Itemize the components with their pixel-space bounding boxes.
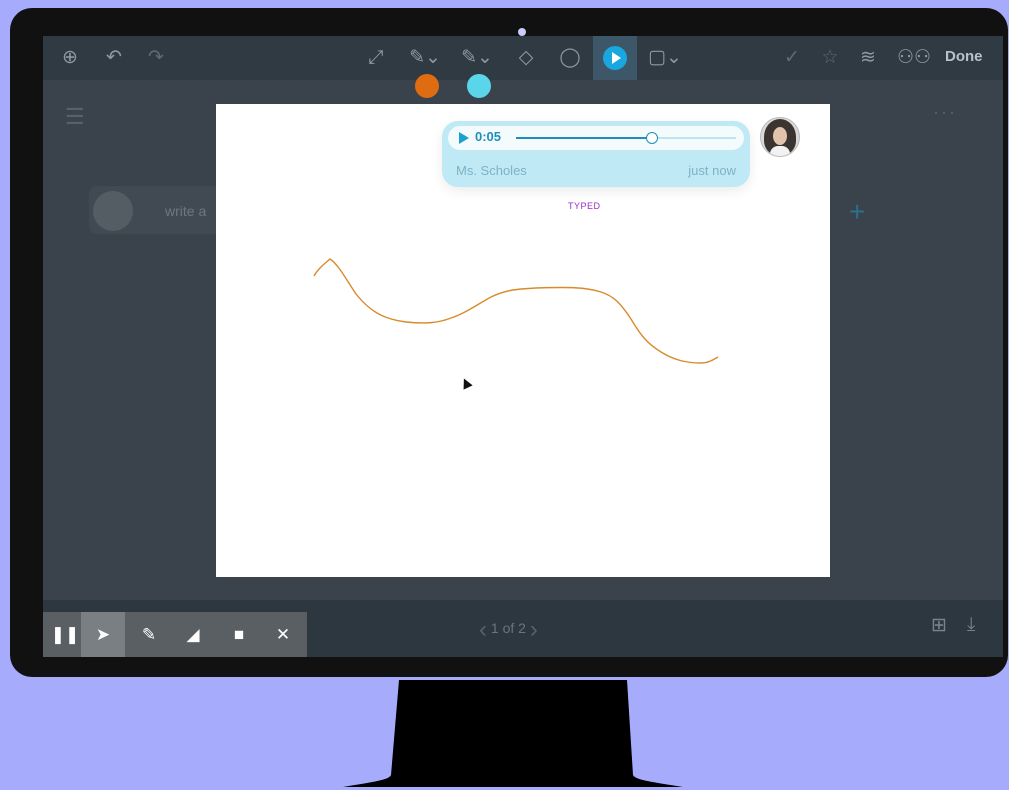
play-icon[interactable]	[459, 132, 469, 144]
pen-button[interactable]: ✎	[127, 612, 171, 657]
add-icon[interactable]: +	[849, 196, 865, 228]
eraser-button[interactable]: ◢	[171, 612, 215, 657]
app-screen: ⊕ ↶ ↷ ⤢ ✎⌄ ✎⌄ ◇ ◯ ▢⌄ ✓ ☆ ≋ ⚇⚇ Done ☰ ···…	[43, 36, 1003, 657]
fullscreen-icon[interactable]: ⤢	[363, 46, 389, 70]
camera-button[interactable]: ■	[217, 612, 261, 657]
audio-player[interactable]: 0:05	[448, 126, 744, 150]
typed-label[interactable]: TYPED	[568, 201, 601, 211]
avatar	[93, 191, 133, 231]
orange-color-dot[interactable]	[415, 74, 439, 98]
camera-dot	[518, 28, 526, 36]
play-feedback-button[interactable]	[593, 36, 637, 80]
done-button[interactable]: Done	[945, 48, 983, 65]
cyan-color-dot[interactable]	[467, 74, 491, 98]
text-tool-icon[interactable]: ▢⌄	[645, 46, 685, 70]
check-icon[interactable]: ✓	[779, 46, 805, 70]
audio-feedback-bubble: 0:05 Ms. Scholes just now	[442, 121, 750, 187]
teacher-avatar	[760, 117, 800, 157]
undo-icon[interactable]: ↶	[101, 46, 127, 70]
comment-icon[interactable]: ◯	[557, 46, 583, 70]
top-toolbar: ⊕ ↶ ↷ ⤢ ✎⌄ ✎⌄ ◇ ◯ ▢⌄ ✓ ☆ ≋ ⚇⚇ Done	[43, 36, 1003, 80]
audio-track[interactable]	[516, 132, 736, 144]
group-icon[interactable]: ⚇⚇	[897, 46, 931, 70]
audio-progress	[516, 137, 653, 139]
layers-icon[interactable]: ≋	[855, 46, 881, 70]
redo-icon[interactable]: ↷	[143, 46, 169, 70]
add-page-icon[interactable]: ⊞	[931, 614, 947, 637]
next-page-icon[interactable]: ›	[530, 616, 538, 643]
monitor-frame: ⊕ ↶ ↷ ⤢ ✎⌄ ✎⌄ ◇ ◯ ▢⌄ ✓ ☆ ≋ ⚇⚇ Done ☰ ···…	[10, 8, 1008, 677]
download-icon[interactable]: ⤓	[967, 614, 975, 636]
menu-icon[interactable]: ☰	[65, 104, 85, 130]
feedback-author: Ms. Scholes	[456, 163, 527, 178]
pointer-button[interactable]: ➤	[81, 612, 125, 657]
eraser-icon[interactable]: ◇	[513, 46, 539, 70]
prev-page-icon[interactable]: ‹	[479, 616, 487, 643]
audio-time: 0:05	[475, 129, 502, 144]
monitor-stand	[343, 680, 683, 787]
recording-toolbar: ❚❚ ➤ ✎ ◢ ■ ✕	[43, 612, 307, 657]
page-indicator: 1 of 2	[490, 620, 526, 636]
close-button[interactable]: ✕	[261, 612, 305, 657]
comment-preview: write a	[165, 203, 207, 219]
pager: ‹ 1 of 2 ›	[479, 616, 538, 644]
highlighter-icon[interactable]: ✎⌄	[457, 46, 497, 70]
zoom-in-icon[interactable]: ⊕	[57, 46, 83, 70]
star-icon[interactable]: ☆	[817, 46, 843, 70]
play-feedback-icon	[603, 46, 627, 70]
pen-icon[interactable]: ✎⌄	[405, 46, 445, 70]
feedback-time: just now	[688, 163, 736, 178]
more-icon[interactable]: ···	[933, 102, 957, 123]
audio-scrubber[interactable]	[646, 132, 659, 144]
